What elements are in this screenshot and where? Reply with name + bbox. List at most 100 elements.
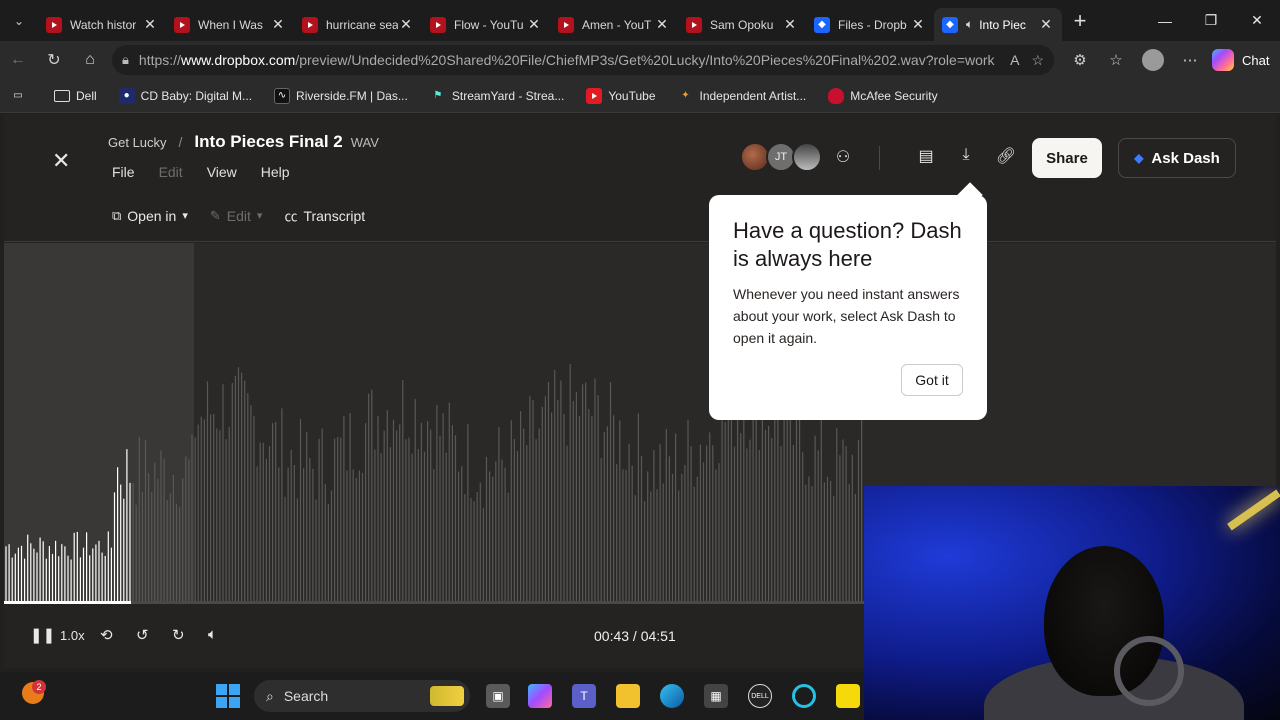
open-in-button[interactable]: ⧉ Open in ▾ bbox=[112, 208, 188, 224]
menu-file[interactable]: File bbox=[112, 164, 135, 180]
restore-icon[interactable]: ❐ bbox=[1188, 0, 1234, 41]
breadcrumb-parent[interactable]: Get Lucky bbox=[108, 135, 167, 150]
youtube-icon bbox=[430, 16, 446, 33]
browser-tab-active[interactable]: ◆ 🔈︎ Into Piec ✕ bbox=[934, 8, 1062, 41]
share-button[interactable]: Share bbox=[1032, 138, 1102, 178]
tab-title: Into Piec bbox=[979, 17, 1026, 32]
tab-title: When I Was bbox=[198, 17, 263, 32]
bookmark-riverside[interactable]: ∿ Riverside.FM | Das... bbox=[274, 87, 408, 104]
menu-edit[interactable]: Edit bbox=[159, 164, 183, 180]
menu-help[interactable]: Help bbox=[261, 164, 290, 180]
collaborator-avatars[interactable]: JT ⚇ bbox=[740, 142, 858, 172]
copilot-icon bbox=[1212, 49, 1234, 71]
teams-icon[interactable]: T bbox=[572, 684, 596, 708]
more-options-icon[interactable]: ⋯ bbox=[1172, 51, 1208, 69]
back-arrow-icon[interactable]: ← bbox=[0, 42, 36, 78]
download-icon[interactable]: ⤓ bbox=[946, 146, 986, 166]
bookmark-cdbaby[interactable]: ● CD Baby: Digital M... bbox=[118, 87, 253, 104]
edge-icon[interactable] bbox=[660, 684, 684, 708]
fast-forward-icon[interactable]: ↻ bbox=[172, 626, 185, 644]
close-tab-icon[interactable]: ✕ bbox=[526, 16, 542, 33]
got-it-button[interactable]: Got it bbox=[901, 364, 963, 396]
bookmark-mcafee[interactable]: McAfee Security bbox=[828, 87, 938, 104]
youtube-icon bbox=[174, 16, 190, 33]
bookmark-streamyard[interactable]: ⚑ StreamYard - Strea... bbox=[430, 88, 564, 104]
bookmark-label: CD Baby: Digital M... bbox=[140, 88, 253, 103]
dell-icon[interactable]: DELL bbox=[748, 684, 772, 708]
bookmark-independent-artist[interactable]: ✦ Independent Artist... bbox=[678, 88, 806, 104]
file-type: WAV bbox=[350, 135, 379, 150]
playback-speed-button[interactable]: 1.0x bbox=[60, 628, 85, 643]
window-controls: — ❐ ✕ bbox=[1142, 0, 1280, 41]
browser-tab[interactable]: hurricane sea ✕ bbox=[294, 8, 422, 41]
bookmark-label: Riverside.FM | Das... bbox=[296, 88, 408, 103]
edit-button[interactable]: ✎ Edit ▾ bbox=[210, 208, 263, 224]
new-tab-icon[interactable]: + bbox=[1062, 8, 1098, 34]
comment-icon[interactable]: ▤ bbox=[906, 146, 946, 166]
menu-view[interactable]: View bbox=[207, 164, 237, 180]
windows-start-icon[interactable] bbox=[216, 684, 240, 708]
alexa-icon[interactable] bbox=[792, 684, 816, 708]
bookmark-label: StreamYard - Strea... bbox=[451, 88, 565, 103]
file-explorer-icon[interactable] bbox=[616, 684, 640, 708]
pause-icon[interactable]: ❚❚ bbox=[30, 626, 55, 644]
ask-dash-button[interactable]: ◆ Ask Dash bbox=[1118, 138, 1236, 178]
bookmark-dell[interactable]: Dell bbox=[54, 89, 97, 103]
chevron-down-icon: ▾ bbox=[256, 210, 263, 222]
taskbar-search[interactable]: ⌕ Search bbox=[254, 680, 470, 712]
close-tab-icon[interactable]: ✕ bbox=[270, 16, 286, 33]
close-tab-icon[interactable]: ✕ bbox=[1038, 16, 1054, 33]
favorite-star-icon[interactable]: ☆ bbox=[1031, 52, 1044, 69]
extensions-icon[interactable]: ⚙ bbox=[1062, 51, 1098, 69]
url-field[interactable]: 🔒︎ https://www.dropbox.com/preview/Undec… bbox=[112, 45, 1054, 75]
lock-icon[interactable]: 🔒︎ bbox=[122, 52, 129, 68]
close-tab-icon[interactable]: ✕ bbox=[910, 16, 926, 33]
popover-body: Whenever you need instant answers about … bbox=[733, 286, 960, 346]
bookmark-youtube[interactable]: YouTube bbox=[586, 87, 656, 104]
tab-actions-menu-icon[interactable]: ⌄ bbox=[0, 0, 38, 41]
reload-icon[interactable]: ↻ bbox=[36, 42, 72, 78]
captions-icon: ㏄ bbox=[284, 209, 298, 224]
sticky-notes-icon[interactable] bbox=[836, 684, 860, 708]
breadcrumb: Get Lucky / Into Pieces Final 2 WAV bbox=[108, 132, 379, 152]
copilot-icon[interactable] bbox=[528, 684, 552, 708]
close-tab-icon[interactable]: ✕ bbox=[654, 16, 670, 33]
playback-time: 00:43 / 04:51 bbox=[594, 628, 676, 644]
home-icon[interactable]: ⌂ bbox=[72, 42, 108, 78]
copilot-chat-button[interactable]: Chat bbox=[1212, 49, 1269, 71]
volume-icon[interactable]: 🔈︎ bbox=[208, 626, 217, 643]
ask-dash-label: Ask Dash bbox=[1151, 149, 1220, 167]
task-view-icon[interactable]: ▣ bbox=[486, 684, 510, 708]
browser-tab[interactable]: Amen - YouT ✕ bbox=[550, 8, 678, 41]
close-window-icon[interactable]: ✕ bbox=[1234, 0, 1280, 41]
minimize-icon[interactable]: — bbox=[1142, 0, 1188, 41]
browser-tab[interactable]: When I Was ✕ bbox=[166, 8, 294, 41]
manage-access-icon[interactable]: ⚇ bbox=[828, 142, 858, 172]
tab-title: hurricane sea bbox=[326, 17, 398, 32]
browser-tab[interactable]: ◆ Files - Dropb ✕ bbox=[806, 8, 934, 41]
close-tab-icon[interactable]: ✕ bbox=[142, 16, 158, 33]
read-aloud-icon[interactable]: A bbox=[1010, 52, 1019, 68]
browser-tab[interactable]: Sam Opoku ✕ bbox=[678, 8, 806, 41]
rewind-icon[interactable]: ↺ bbox=[136, 626, 149, 644]
bookmark-sidebar-toggle[interactable]: ▭ bbox=[10, 88, 32, 104]
browser-tab[interactable]: Flow - YouTu ✕ bbox=[422, 8, 550, 41]
close-preview-icon[interactable]: ✕ bbox=[52, 148, 70, 174]
close-tab-icon[interactable]: ✕ bbox=[782, 16, 798, 33]
youtube-icon bbox=[302, 16, 318, 33]
avatar[interactable] bbox=[792, 142, 822, 172]
browser-tab[interactable]: Watch histor ✕ bbox=[38, 8, 166, 41]
streamyard-icon: ⚑ bbox=[433, 90, 443, 101]
microphone bbox=[1114, 636, 1184, 706]
favorites-icon[interactable]: ☆ bbox=[1098, 51, 1134, 69]
profile-avatar[interactable] bbox=[1142, 49, 1164, 71]
copy-link-icon[interactable]: 🔗︎ bbox=[986, 146, 1026, 166]
close-tab-icon[interactable]: ✕ bbox=[398, 16, 414, 33]
url-text: https://www.dropbox.com/preview/Undecide… bbox=[138, 52, 995, 68]
transcript-button[interactable]: ㏄ Transcript bbox=[284, 206, 365, 225]
repeat-icon[interactable]: ⟲ bbox=[100, 626, 113, 644]
dropbox-icon: ◆ bbox=[942, 16, 958, 33]
breadcrumb-separator: / bbox=[178, 134, 183, 150]
store-icon[interactable]: ▦ bbox=[704, 684, 728, 708]
speaker-icon[interactable]: 🔈︎ bbox=[966, 17, 973, 32]
